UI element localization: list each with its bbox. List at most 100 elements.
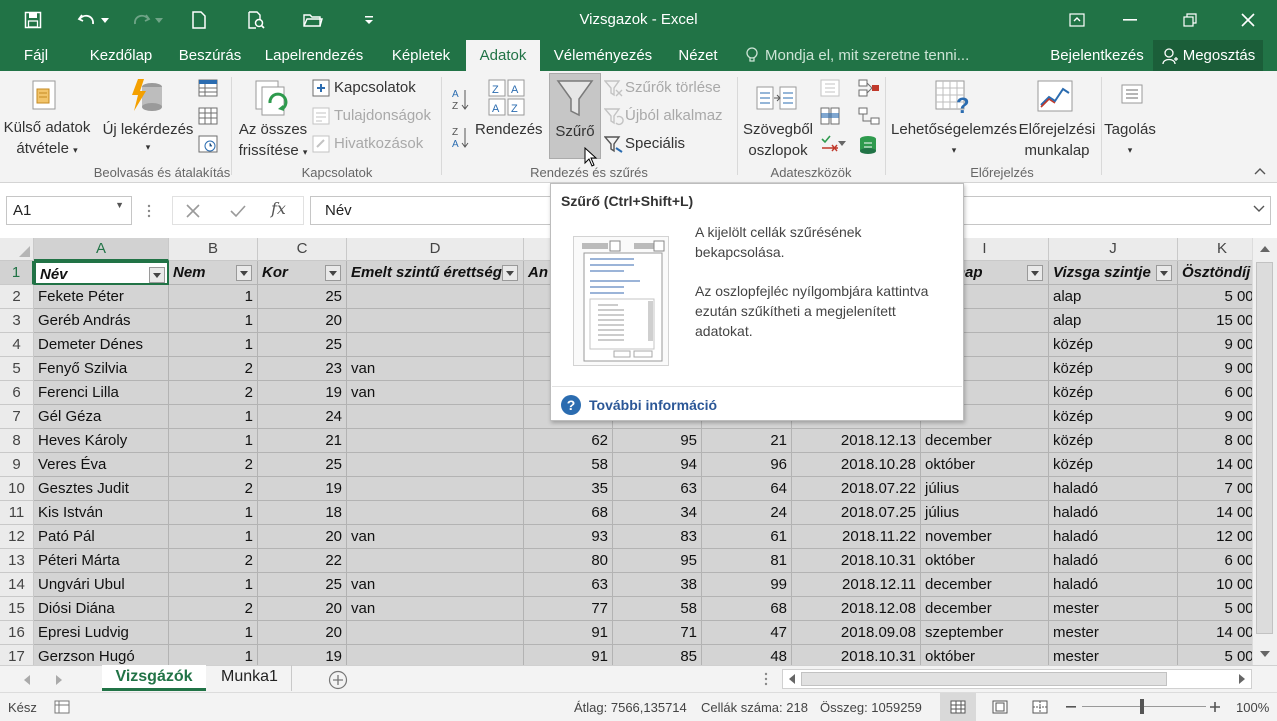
table-cell[interactable]: alap [1049, 285, 1178, 309]
table-cell[interactable]: 7 000 [1178, 477, 1252, 501]
table-cell[interactable] [347, 645, 524, 665]
table-cell[interactable]: 25 [258, 333, 347, 357]
table-cell[interactable]: haladó [1049, 549, 1178, 573]
table-cell[interactable]: 34 [613, 501, 702, 525]
what-if-analysis-button[interactable]: Lehetőségelemzés ▾ [890, 119, 1018, 161]
table-cell[interactable]: 2018.10.31 [792, 549, 921, 573]
sort-button[interactable]: Rendezés [475, 121, 543, 138]
table-cell[interactable]: van [347, 525, 524, 549]
table-cell[interactable]: 62 [524, 429, 613, 453]
table-cell[interactable]: 1 [169, 429, 258, 453]
header-cell[interactable]: Kor [258, 261, 347, 285]
page-layout-view-icon[interactable] [992, 700, 1008, 714]
table-cell[interactable]: 8 000 [1178, 429, 1252, 453]
table-cell[interactable]: 95 [613, 549, 702, 573]
header-cell[interactable]: Vizsga szintje [1049, 261, 1178, 285]
open-folder-icon[interactable] [300, 8, 326, 32]
sort-a-z-icon[interactable]: AZ [452, 87, 470, 111]
scroll-right-icon[interactable] [1239, 674, 1245, 684]
table-cell[interactable]: 93 [524, 525, 613, 549]
zoom-slider-thumb[interactable] [1140, 699, 1144, 714]
tab-formulas[interactable]: Képletek [383, 40, 459, 71]
table-cell[interactable]: szeptember [921, 621, 1049, 645]
table-cell[interactable]: Ungvári Ubul [34, 573, 169, 597]
data-validation-icon[interactable] [820, 135, 840, 153]
header-cell[interactable]: Név [34, 261, 169, 285]
table-cell[interactable]: 2 [169, 477, 258, 501]
table-cell[interactable]: Ferenci Lilla [34, 381, 169, 405]
table-cell[interactable]: 1 [169, 525, 258, 549]
sort-z-a-icon[interactable]: ZA [452, 125, 470, 149]
ribbon-display-options-icon[interactable] [1057, 6, 1097, 34]
tab-view[interactable]: Nézet [670, 40, 726, 71]
relationships-icon[interactable] [858, 107, 880, 125]
row-header-14[interactable]: 14 [0, 573, 34, 597]
column-header-j[interactable]: J [1049, 238, 1178, 261]
table-cell[interactable]: közép [1049, 357, 1178, 381]
row-header-4[interactable]: 4 [0, 333, 34, 357]
row-header-15[interactable]: 15 [0, 597, 34, 621]
forecast-sheet-button[interactable]: Előrejelzési munkalap [1016, 119, 1098, 161]
column-header-d[interactable]: D [347, 238, 524, 261]
macro-record-icon[interactable] [54, 700, 70, 714]
table-cell[interactable]: 94 [613, 453, 702, 477]
table-cell[interactable]: 71 [613, 621, 702, 645]
table-cell[interactable]: haladó [1049, 501, 1178, 525]
table-cell[interactable]: 5 000 [1178, 597, 1252, 621]
table-cell[interactable]: 83 [613, 525, 702, 549]
add-sheet-icon[interactable] [328, 670, 348, 690]
tab-page-layout[interactable]: Lapelrendezés [258, 40, 370, 71]
table-cell[interactable]: 1 [169, 309, 258, 333]
table-cell[interactable] [347, 429, 524, 453]
horizontal-scroll-thumb[interactable] [801, 672, 1167, 686]
table-cell[interactable]: Demeter Dénes [34, 333, 169, 357]
table-cell[interactable]: 81 [702, 549, 792, 573]
table-cell[interactable]: 2018.07.25 [792, 501, 921, 525]
table-cell[interactable]: 25 [258, 573, 347, 597]
table-cell[interactable]: november [921, 525, 1049, 549]
table-cell[interactable]: mester [1049, 621, 1178, 645]
table-cell[interactable]: 25 [258, 453, 347, 477]
minimize-icon[interactable] [1110, 6, 1150, 34]
table-cell[interactable] [347, 621, 524, 645]
table-cell[interactable]: haladó [1049, 573, 1178, 597]
table-cell[interactable]: Veres Éva [34, 453, 169, 477]
table-cell[interactable]: 58 [524, 453, 613, 477]
table-cell[interactable]: 35 [524, 477, 613, 501]
table-cell[interactable] [347, 477, 524, 501]
table-cell[interactable]: 68 [702, 597, 792, 621]
outline-button[interactable]: Tagolás ▾ [1102, 119, 1158, 161]
sign-in-link[interactable]: Bejelentkezés [1044, 40, 1150, 71]
table-cell[interactable]: december [921, 597, 1049, 621]
header-cell[interactable]: Ösztöndíj [1178, 261, 1252, 285]
table-cell[interactable]: 20 [258, 597, 347, 621]
table-cell[interactable]: 2018.11.22 [792, 525, 921, 549]
customize-toolbar-icon[interactable] [356, 8, 382, 32]
table-cell[interactable]: július [921, 501, 1049, 525]
table-cell[interactable]: 2018.12.11 [792, 573, 921, 597]
filter-button[interactable]: Szűrő [549, 121, 601, 142]
filter-dropdown-icon[interactable] [1027, 265, 1043, 281]
sheet-tab-munka1[interactable]: Munka1 [208, 665, 292, 691]
share-button[interactable]: Megosztás [1153, 40, 1263, 71]
table-cell[interactable] [347, 285, 524, 309]
consolidate-icon[interactable] [858, 79, 880, 97]
row-header-2[interactable]: 2 [0, 285, 34, 309]
table-cell[interactable]: 1 [169, 573, 258, 597]
table-cell[interactable]: 1 [169, 501, 258, 525]
table-cell[interactable]: 80 [524, 549, 613, 573]
name-box[interactable]: A1 ▼ [6, 196, 132, 225]
table-cell[interactable]: 2 [169, 549, 258, 573]
scroll-left-icon[interactable] [789, 674, 795, 684]
table-cell[interactable] [347, 333, 524, 357]
table-cell[interactable]: 9 000 [1178, 405, 1252, 429]
table-cell[interactable]: Péteri Márta [34, 549, 169, 573]
table-cell[interactable]: haladó [1049, 525, 1178, 549]
table-cell[interactable]: 58 [613, 597, 702, 621]
row-header-5[interactable]: 5 [0, 357, 34, 381]
new-file-icon[interactable] [186, 8, 212, 32]
table-cell[interactable]: 5 000 [1178, 645, 1252, 665]
table-cell[interactable]: 10 000 [1178, 573, 1252, 597]
table-cell[interactable]: 20 [258, 525, 347, 549]
table-cell[interactable]: 96 [702, 453, 792, 477]
